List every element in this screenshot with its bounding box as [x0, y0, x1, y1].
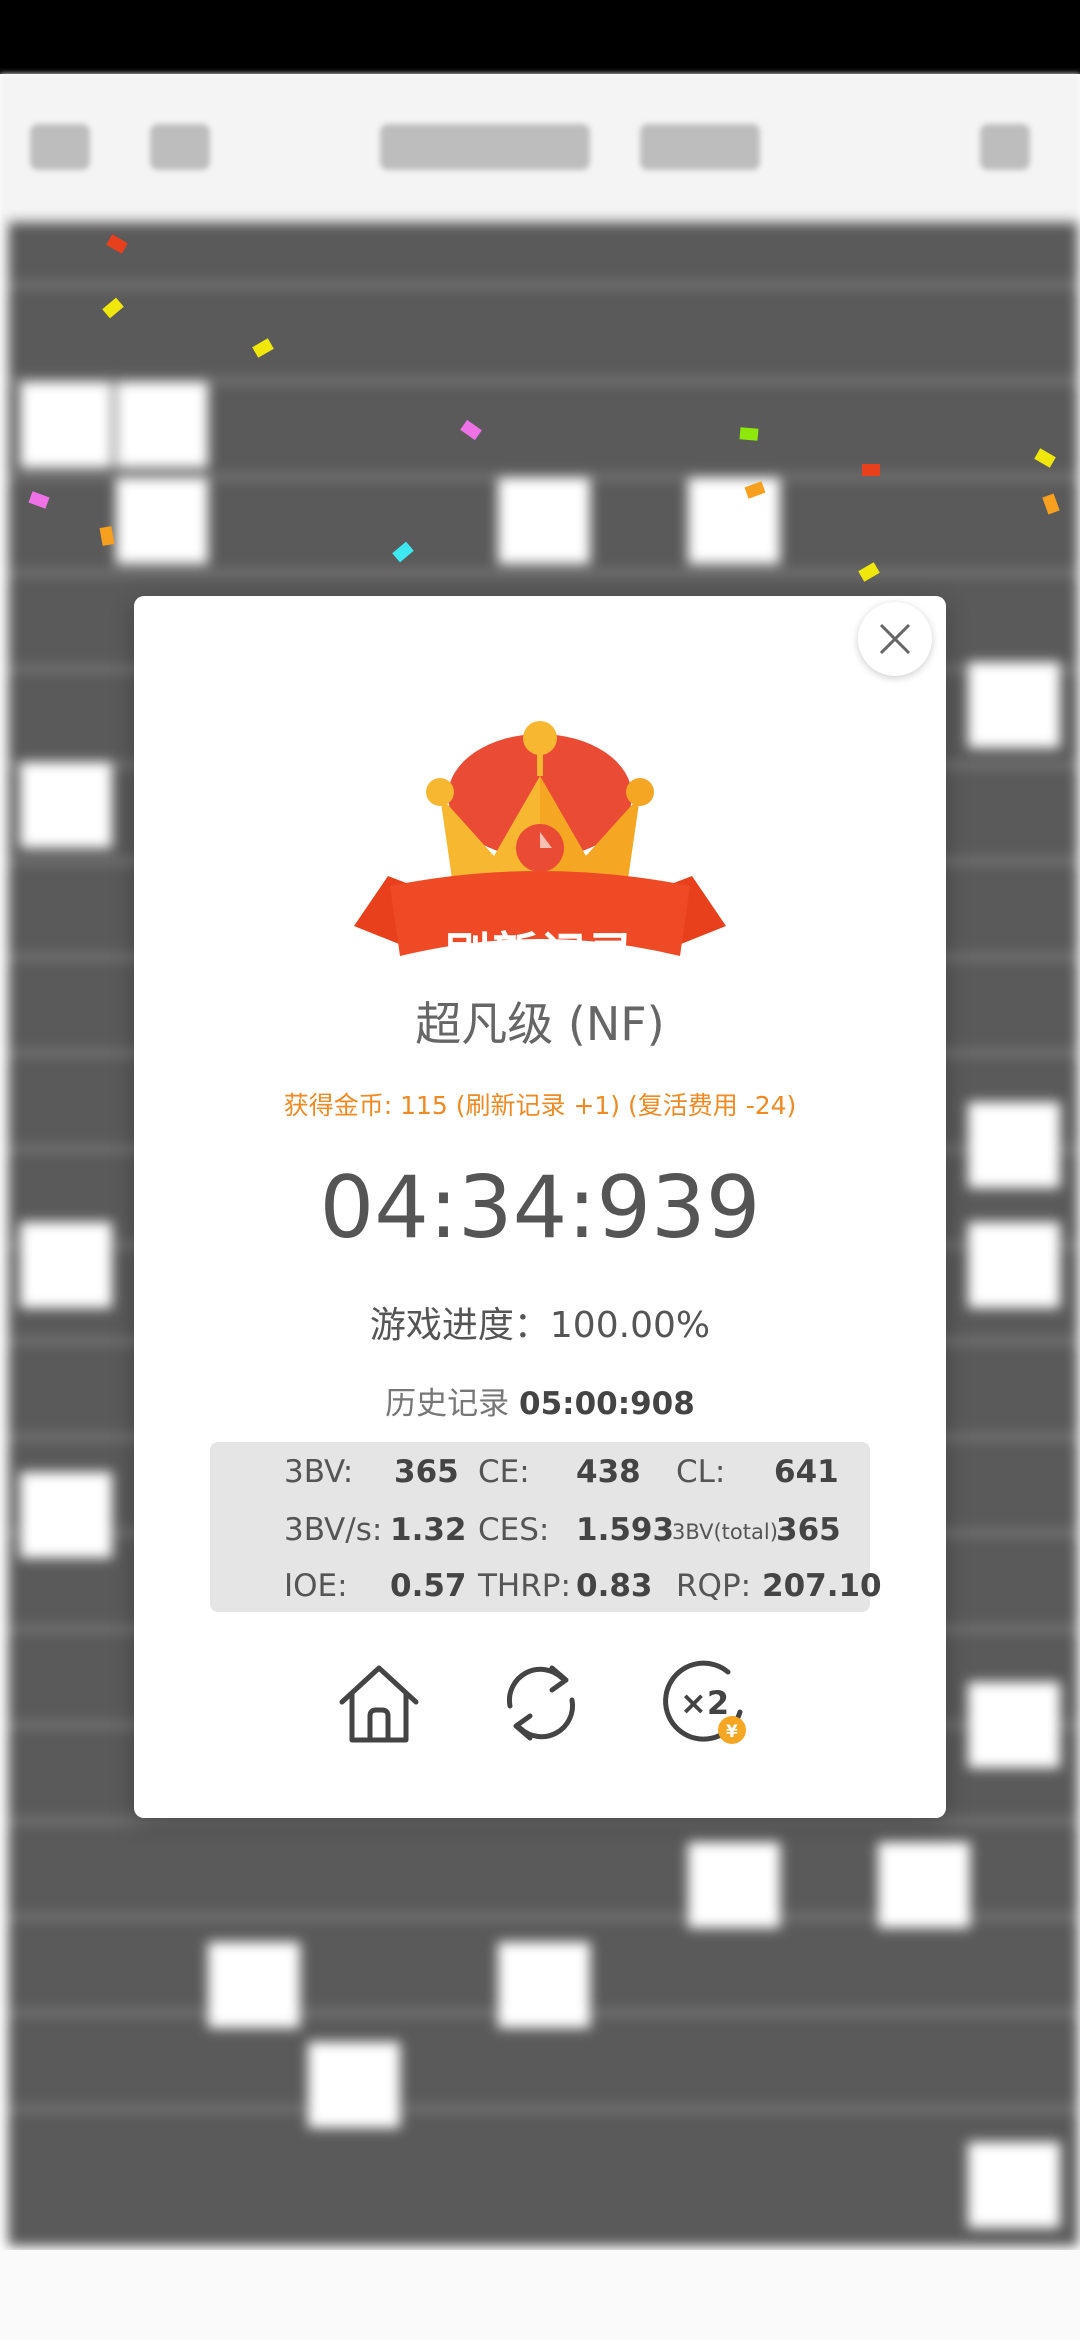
game-progress-text: 游戏进度：100.00% — [369, 1305, 711, 1346]
restart-button[interactable] — [496, 1658, 586, 1748]
double-coins-button[interactable]: ×2 ¥ — [658, 1658, 748, 1748]
level-title: 超凡级 (NF) — [415, 997, 665, 1051]
history-record: 历史记录 05:00:908 — [134, 1378, 946, 1423]
stat-value: 365 — [394, 1454, 459, 1490]
banner-text: 刷新记录 — [444, 927, 636, 981]
stat-label: CES: — [478, 1512, 550, 1548]
stat-value: 0.57 — [390, 1568, 467, 1604]
stat-label: 3BV(total): — [672, 1520, 785, 1544]
confetti — [862, 464, 880, 476]
crown-icon — [354, 721, 726, 956]
stat-value: 1.32 — [390, 1512, 467, 1548]
game-toolbar-blurred — [0, 74, 1080, 224]
record-crown-banner: 刷新记录 — [344, 656, 736, 981]
result-dialog: 刷新记录 超凡级 (NF) 获得金币: 115 (刷新记录 +1) (复活费用 … — [134, 596, 946, 1818]
coin-mark: ¥ — [726, 1722, 738, 1742]
close-button[interactable] — [858, 602, 932, 676]
stat-value: 207.10 — [762, 1568, 882, 1604]
stat-label: IOE: — [284, 1568, 348, 1604]
stat-label: CL: — [676, 1454, 726, 1490]
stat-label: THRP: — [478, 1568, 571, 1604]
stat-value: 641 — [774, 1454, 839, 1490]
stat-label: 3BV: — [284, 1454, 354, 1490]
stat-value: 0.83 — [576, 1568, 653, 1604]
coins-earned-text: 获得金币: 115 (刷新记录 +1) (复活费用 -24) — [283, 1091, 797, 1120]
home-icon — [339, 1665, 419, 1743]
home-button[interactable] — [334, 1658, 424, 1748]
stat-value: 365 — [776, 1512, 841, 1548]
history-label: 历史记录 — [385, 1386, 510, 1422]
stat-value: 438 — [576, 1454, 641, 1490]
history-time: 05:00:908 — [519, 1386, 695, 1422]
stat-label: 3BV/s: — [284, 1512, 383, 1548]
bottom-strip — [0, 2250, 1080, 2340]
double-label: ×2 — [680, 1684, 729, 1722]
stat-label: RQP: — [676, 1568, 752, 1604]
stat-label: CE: — [478, 1454, 530, 1490]
stats-panel: 3BV: 365 CE: 438 CL: 641 3BV/s: 1.32 CES… — [210, 1442, 882, 1612]
finish-time: 04:34:939 — [319, 1158, 761, 1258]
stat-value: 1.593 — [576, 1512, 675, 1548]
refresh-icon — [506, 1665, 576, 1741]
double-coins-icon: ×2 ¥ — [663, 1660, 746, 1744]
close-icon — [879, 623, 911, 655]
status-bar — [0, 0, 1080, 74]
confetti — [739, 427, 759, 441]
